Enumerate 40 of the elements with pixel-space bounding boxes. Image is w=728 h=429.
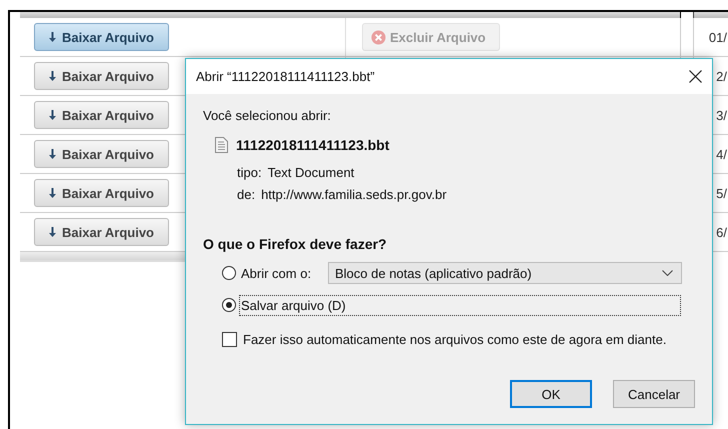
cancel-button[interactable]: Cancelar: [613, 380, 695, 408]
radio-button[interactable]: [222, 298, 236, 312]
download-button[interactable]: Baixar Arquivo: [34, 218, 169, 246]
down-arrow-icon: [49, 32, 56, 42]
date-cell: 3/: [716, 108, 727, 122]
option-label[interactable]: Abrir com o:: [239, 262, 325, 284]
date-cell: 4/: [716, 146, 727, 162]
download-button[interactable]: Baixar Arquivo: [34, 62, 169, 90]
source-url: http://www.familia.seds.pr.gov.br: [261, 187, 447, 202]
down-arrow-icon: [49, 110, 56, 120]
download-button[interactable]: Baixar Arquivo: [34, 23, 169, 51]
radio-button[interactable]: [222, 266, 236, 280]
intro-text: Você selecionou abrir:: [203, 108, 331, 123]
down-arrow-icon: [49, 71, 56, 81]
download-button[interactable]: Baixar Arquivo: [34, 179, 169, 207]
table-header-bar: [693, 12, 728, 18]
date-cell: 2/: [716, 68, 727, 84]
down-arrow-icon: [49, 227, 56, 237]
document-icon: [215, 137, 228, 153]
option-label[interactable]: Salvar arquivo (D): [239, 294, 681, 316]
dialog-title: Abrir “11122018111411123.bbt”: [196, 69, 375, 84]
date-cell: 5/: [716, 186, 727, 200]
date-cell: 01/: [708, 30, 727, 44]
type-value: Text Document: [268, 165, 354, 180]
ok-button[interactable]: OK: [510, 380, 592, 408]
download-button[interactable]: Baixar Arquivo: [34, 101, 169, 129]
question-heading: O que o Firefox deve fazer?: [203, 236, 387, 252]
close-icon[interactable]: [689, 70, 702, 83]
file-name: 11122018111411123.bbt: [236, 137, 390, 153]
delete-icon: [371, 30, 386, 44]
down-arrow-icon: [49, 149, 56, 159]
date-cell: 6/: [716, 224, 727, 240]
chevron-down-icon: [662, 270, 673, 276]
source-label: de:: [237, 187, 256, 202]
checkbox[interactable]: [222, 332, 237, 346]
download-button[interactable]: Baixar Arquivo: [34, 140, 169, 168]
checkbox-label[interactable]: Fazer isso automaticamente nos arquivos como este de agora em diante.: [241, 328, 668, 350]
application-dropdown[interactable]: Bloco de notas (aplicativo padrão): [328, 262, 682, 284]
down-arrow-icon: [49, 188, 56, 198]
type-label: tipo:: [237, 165, 262, 180]
